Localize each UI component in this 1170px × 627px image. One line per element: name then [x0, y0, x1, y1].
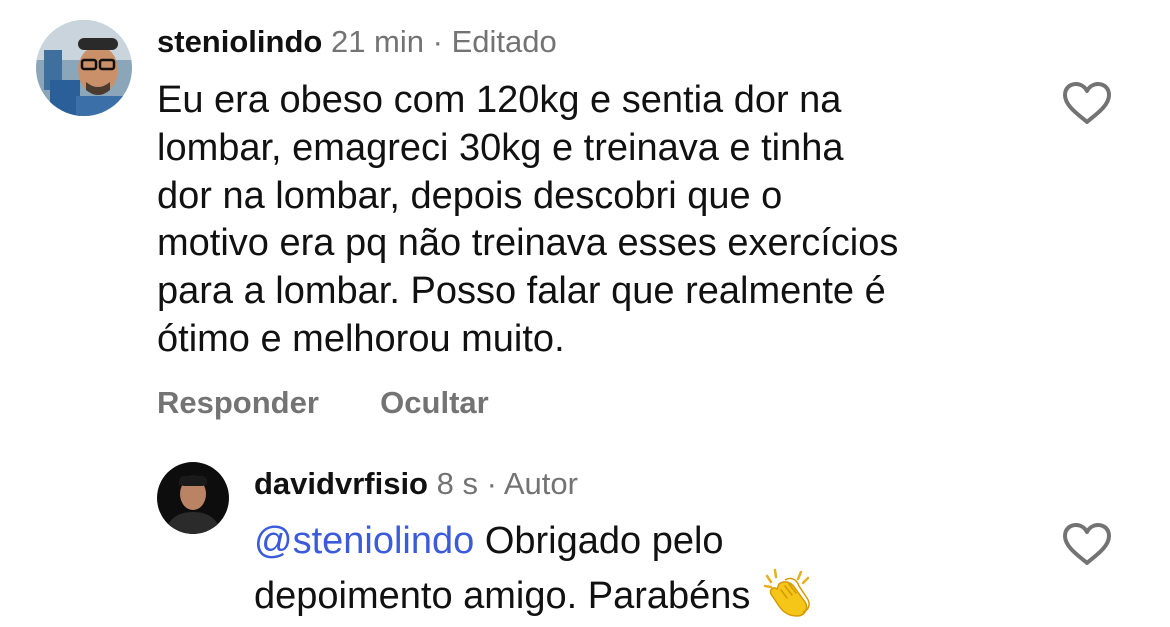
mention-link[interactable]: @steniolindo: [254, 520, 474, 562]
comment-line: dor na lombar, depois descobri que o: [157, 174, 783, 217]
comment-steniolindo: steniolindo 21 min · Editado Eu era obes…: [0, 0, 1170, 440]
comment-line: motivo era pq não treinava esses exercíc…: [157, 222, 899, 265]
username[interactable]: steniolindo: [157, 24, 322, 59]
comment-line: @steniolindo Obrigado pelo: [254, 518, 1034, 566]
avatar-davidvrfisio[interactable]: [157, 462, 229, 534]
username[interactable]: davidvrfisio: [254, 466, 428, 501]
heart-outline-icon[interactable]: [1061, 521, 1113, 567]
comment-text: @steniolindo Obrigado pelo depoimento am…: [254, 518, 1034, 621]
meta-separator: ·: [432, 24, 443, 59]
hide-button[interactable]: Ocultar: [380, 385, 489, 420]
reply-davidvrfisio: davidvrfisio 8 s · Autor @steniolindo Ob…: [0, 440, 1170, 627]
comment-meta: davidvrfisio 8 s · Autor: [254, 464, 578, 504]
comment-line: lombar, emagreci 30kg e treinava e tinha: [157, 126, 844, 169]
comment-text: Eu era obeso com 120kg e sentia dor na l…: [157, 77, 1037, 364]
comment-line: depoimento amigo. Parabéns: [254, 566, 1034, 621]
comment-line: para a lombar. Posso falar que realmente…: [157, 270, 886, 313]
avatar-steniolindo[interactable]: [36, 20, 132, 116]
clapping-hands-emoji: [763, 568, 810, 617]
edited-label: Editado: [451, 24, 557, 59]
comment-text-segment: Obrigado pelo: [474, 520, 724, 562]
author-label: Autor: [503, 466, 578, 501]
timestamp: 8 s: [436, 466, 478, 501]
avatar-photo-davidvrfisio: [157, 462, 229, 534]
avatar-photo-steniolindo: [36, 20, 132, 116]
comment-line: ótimo e melhorou muito.: [157, 317, 565, 360]
heart-outline-icon[interactable]: [1061, 80, 1113, 126]
comment-meta: steniolindo 21 min · Editado: [157, 22, 557, 62]
reply-button[interactable]: Responder: [157, 385, 319, 420]
timestamp: 21 min: [330, 24, 424, 59]
comment-actions: Responder Ocultar: [157, 383, 489, 423]
comment-text-segment: depoimento amigo. Parabéns: [254, 574, 761, 617]
comment-line: Eu era obeso com 120kg e sentia dor na: [157, 79, 842, 121]
meta-separator: ·: [486, 466, 497, 501]
